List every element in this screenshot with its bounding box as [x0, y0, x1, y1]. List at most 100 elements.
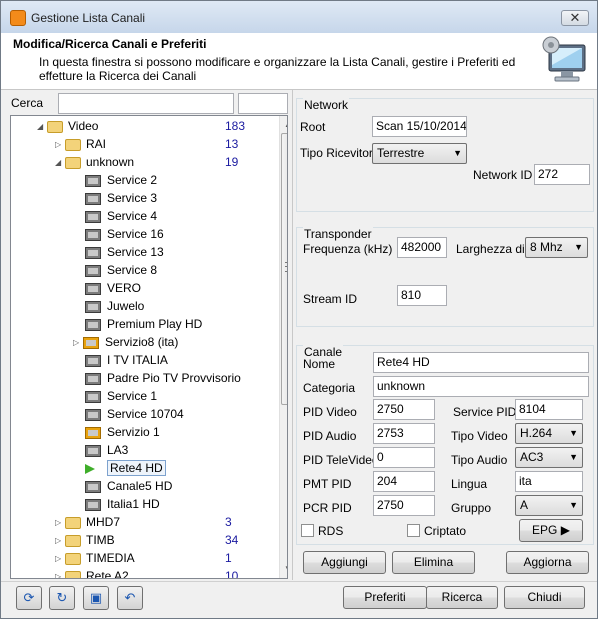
expand-arrow-icon[interactable]: ▷ [55, 136, 65, 154]
save-icon[interactable]: ▣ [83, 586, 109, 610]
expand-arrow-icon[interactable]: ▷ [73, 334, 83, 352]
channel-item[interactable]: Service 10704 [85, 405, 184, 423]
folder-open-icon [47, 120, 63, 133]
service-pid-field[interactable]: 8104 [515, 399, 583, 420]
pcr-pid-field[interactable]: 2750 [373, 495, 435, 516]
category-field[interactable]: unknown [373, 376, 589, 397]
receiver-type-select[interactable]: Terrestre ▼ [372, 143, 467, 164]
tree-node-rai[interactable]: ▷ RAI [55, 135, 106, 153]
channel-item[interactable]: Padre Pio TV Provvisorio [85, 369, 241, 387]
audio-type-select[interactable]: AC3 ▼ [515, 447, 583, 468]
channel-icon [85, 354, 101, 367]
channel-item[interactable]: Service 4 [85, 207, 157, 225]
channel-item[interactable]: Service 3 [85, 189, 157, 207]
scroll-up-arrow-icon[interactable]: ▲ [280, 116, 287, 133]
close-button[interactable]: ✕ [561, 10, 589, 26]
undo-icon[interactable]: ↶ [117, 586, 143, 610]
channel-group: Canale Nome Rete4 HD Categoria unknown P… [296, 345, 594, 545]
channel-item[interactable]: Service 1 [85, 387, 157, 405]
folder-icon [65, 516, 81, 529]
video-type-select[interactable]: H.264 ▼ [515, 423, 583, 444]
channel-item[interactable]: Service 13 [85, 243, 164, 261]
name-field[interactable]: Rete4 HD [373, 352, 589, 373]
search-input[interactable] [58, 93, 234, 114]
expand-arrow-icon[interactable]: ▷ [55, 550, 65, 568]
combo-value: AC3 [520, 450, 544, 464]
channel-icon [85, 390, 101, 403]
refresh-icon[interactable]: ⟳ [16, 586, 42, 610]
tree-node-unknown[interactable]: ◢ unknown [55, 153, 134, 171]
expand-arrow-icon[interactable]: ▷ [55, 568, 65, 578]
search-button[interactable]: Ricerca [426, 586, 498, 609]
channel-label: Service 3 [107, 191, 158, 205]
bandwidth-label: Larghezza di B [456, 242, 526, 256]
pcr-pid-label: PCR PID [303, 501, 352, 515]
chevron-down-icon: ▼ [574, 242, 583, 252]
title-bar: Gestione Lista Canali ✕ [1, 1, 597, 33]
chevron-down-icon: ▼ [569, 500, 578, 510]
tree-node-video[interactable]: ◢ Video [37, 117, 98, 135]
pmt-pid-field[interactable]: 204 [373, 471, 435, 492]
pid-teletext-field[interactable]: 0 [373, 447, 435, 468]
dialog-header: Modifica/Ricerca Canali e Preferiti In q… [1, 33, 597, 90]
channel-label: Service 8 [107, 263, 158, 277]
expand-arrow-icon[interactable]: ▷ [55, 514, 65, 532]
collapse-arrow-icon[interactable]: ◢ [55, 154, 65, 172]
pid-audio-field[interactable]: 2753 [373, 423, 435, 444]
root-field[interactable]: Scan 15/10/2014 [372, 116, 467, 137]
network-id-field[interactable]: 272 [534, 164, 590, 185]
selected-arrow-icon [85, 463, 101, 475]
channel-item[interactable]: Canale5 HD [85, 477, 172, 495]
scroll-down-arrow-icon[interactable]: ▼ [280, 560, 287, 577]
channel-item[interactable]: Italia1 HD [85, 495, 160, 513]
service-pid-label: Service PID [453, 405, 517, 419]
frequency-field[interactable]: 482000 [397, 237, 447, 258]
language-field[interactable]: ita [515, 471, 583, 492]
channel-item[interactable]: Service 2 [85, 171, 157, 189]
tree-node-group[interactable]: ▷ MHD7 [55, 513, 120, 531]
add-button[interactable]: Aggiungi [303, 551, 386, 574]
tree-node-group[interactable]: ▷ TIMEDIA [55, 549, 135, 567]
tree-node-group[interactable]: ▷ TIMB [55, 531, 115, 549]
search-filter-input[interactable] [238, 93, 288, 114]
channel-item[interactable]: Premium Play HD [85, 315, 202, 333]
channel-item[interactable]: Juwelo [85, 297, 144, 315]
tree-node-group[interactable]: ▷ Rete A2 [55, 567, 129, 578]
root-label: Root [300, 120, 326, 134]
channel-label: Rete4 HD [107, 460, 166, 476]
channel-icon [85, 372, 101, 385]
channel-item[interactable]: Service 8 [85, 261, 157, 279]
scroll-thumb[interactable] [281, 133, 287, 405]
channel-item[interactable]: ▷ Servizio8 (ita) [73, 333, 178, 351]
channel-item[interactable]: I TV ITALIA [85, 351, 168, 369]
channel-icon [85, 174, 101, 187]
tree-node-label: TIMB [86, 533, 115, 547]
channel-tree[interactable]: ◢ Video 183 ▷ RAI 13 ◢ unknown 19 Service 2… [10, 115, 288, 579]
stream-id-field[interactable]: 810 [397, 285, 447, 306]
expand-arrow-icon[interactable]: ▷ [55, 532, 65, 550]
channel-label: Premium Play HD [107, 317, 203, 331]
channel-item[interactable]: Servizio 1 [85, 423, 160, 441]
collapse-arrow-icon[interactable]: ◢ [37, 118, 47, 136]
encrypted-checkbox[interactable] [407, 524, 420, 537]
channel-item[interactable]: Service 16 [85, 225, 164, 243]
group-select[interactable]: A ▼ [515, 495, 583, 516]
channel-icon [85, 282, 101, 295]
epg-button[interactable]: EPG ▶ [519, 519, 583, 542]
channel-item[interactable]: VERO [85, 279, 141, 297]
pid-teletext-label: PID TeleVideo [303, 453, 379, 467]
tree-scrollbar[interactable]: ▲ ▼ [279, 116, 287, 578]
folder-icon [65, 552, 81, 565]
pid-video-field[interactable]: 2750 [373, 399, 435, 420]
update-button[interactable]: Aggiorna [506, 551, 589, 574]
rds-checkbox[interactable] [301, 524, 314, 537]
close-dialog-button[interactable]: Chiudi [504, 586, 585, 609]
reload-icon[interactable]: ↻ [49, 586, 75, 610]
bandwidth-select[interactable]: 8 Mhz ▼ [525, 237, 588, 258]
channel-item[interactable]: LA3 [85, 441, 128, 459]
channel-item[interactable]: Rete4 HD [85, 459, 166, 477]
favorites-button[interactable]: Preferiti [343, 586, 427, 609]
channel-icon [85, 210, 101, 223]
delete-button[interactable]: Elimina [392, 551, 475, 574]
channel-label: I TV ITALIA [107, 353, 168, 367]
